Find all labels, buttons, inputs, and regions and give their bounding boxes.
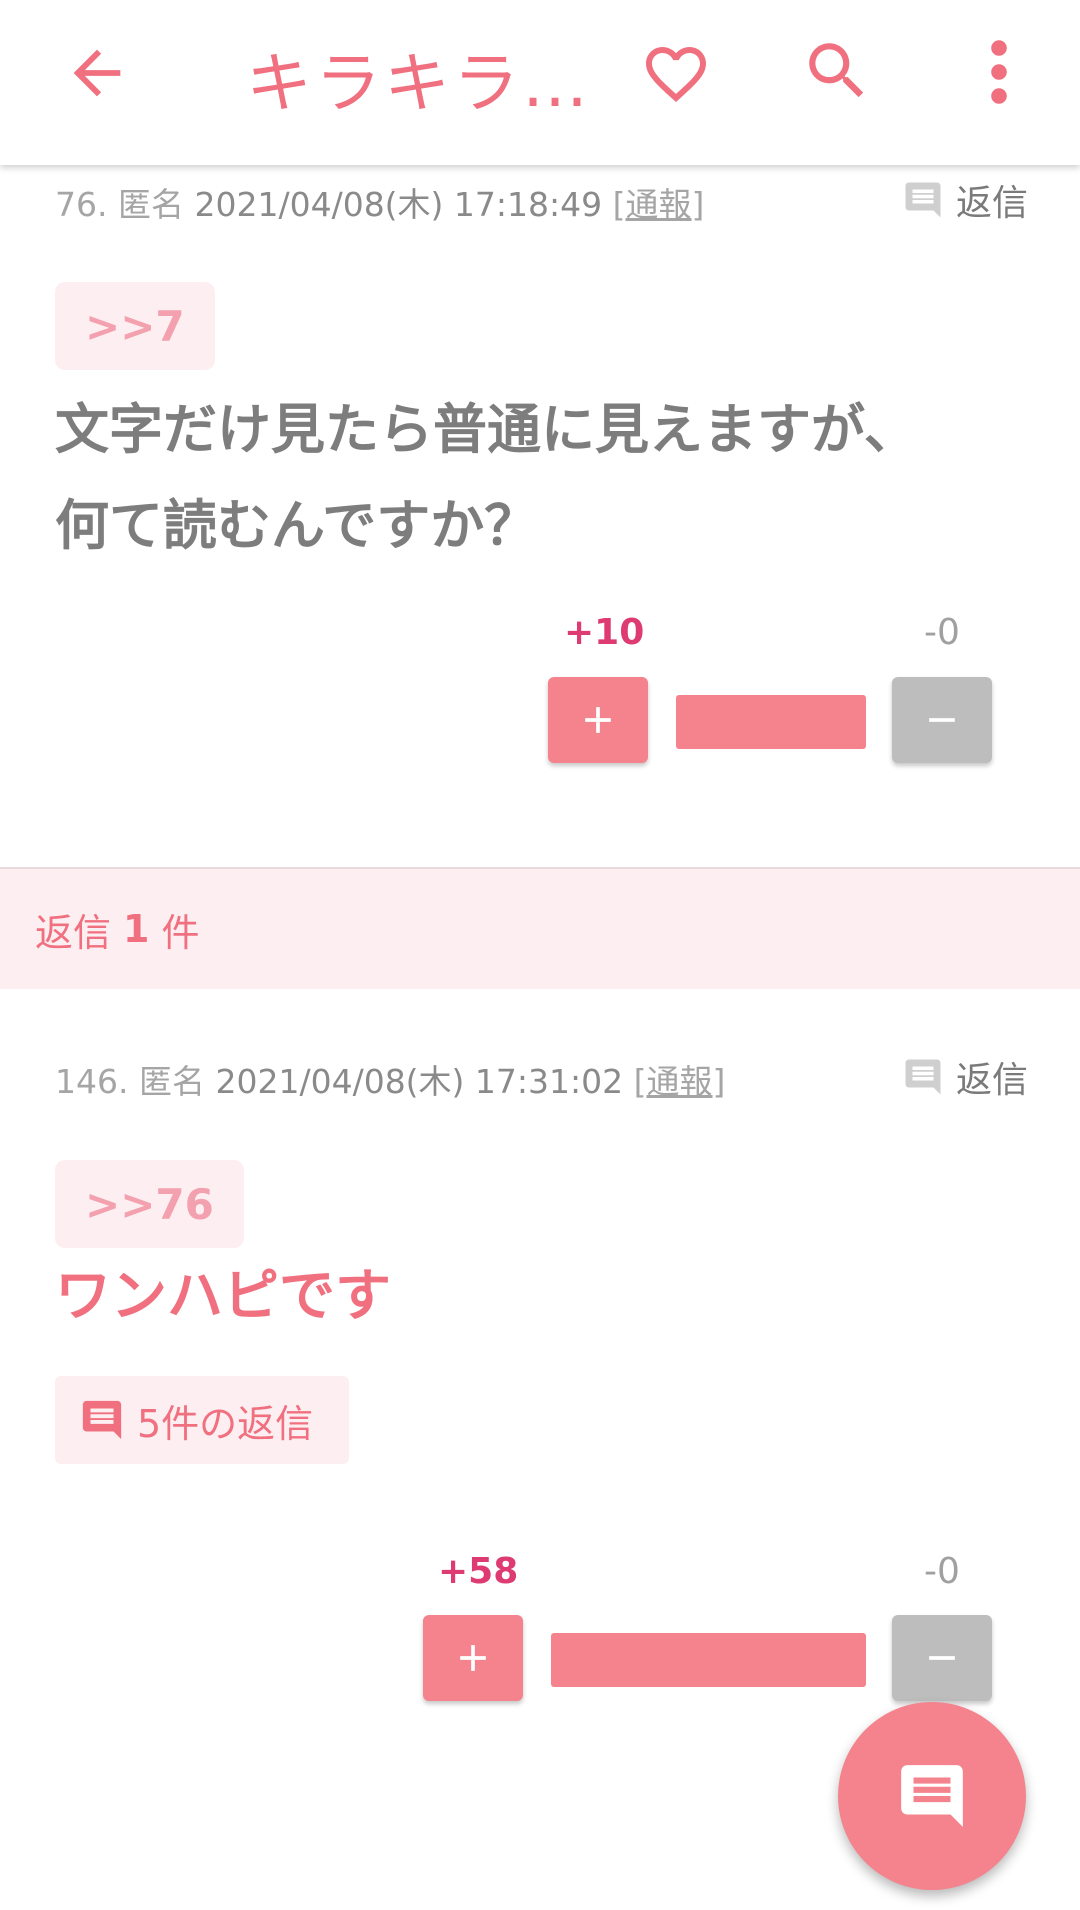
vote-ratio-bar — [676, 695, 866, 749]
post-body-line: 文字だけ見たら普通に見えますが、 — [55, 398, 918, 461]
comment-icon — [82, 1400, 122, 1440]
post-number: 76. — [55, 185, 108, 224]
reply-count-band[interactable]: 返信 1 件 — [0, 867, 1080, 989]
post-body: ワンハピです — [55, 1252, 1015, 1342]
minus-icon — [929, 718, 955, 722]
more-vert-icon[interactable] — [978, 36, 1020, 108]
comment-icon — [905, 182, 941, 218]
plus-vote-button[interactable] — [548, 677, 648, 763]
report-link[interactable]: 通報 — [626, 185, 692, 224]
page-title: キラキラ… — [246, 45, 591, 122]
reply-count: 1 — [123, 907, 150, 951]
minus-count: -0 — [924, 1551, 960, 1592]
post-datetime: 2021/04/08(木) 17:31:02 — [215, 1062, 624, 1101]
reply-count-prefix: 返信 — [35, 910, 112, 955]
plus-icon — [460, 1645, 486, 1671]
minus-vote-button[interactable] — [892, 677, 992, 763]
post-datetime: 2021/04/08(木) 17:18:49 — [194, 185, 603, 224]
plus-count: +10 — [564, 612, 645, 653]
post-number: 146. — [55, 1062, 129, 1101]
post-body-line: ワンハピです — [55, 1264, 391, 1329]
report-link[interactable]: 通報 — [647, 1062, 713, 1101]
heart-outline-icon[interactable] — [640, 38, 712, 110]
plus-icon — [585, 707, 611, 733]
search-icon[interactable] — [800, 34, 874, 108]
post-comment-fab[interactable] — [838, 1702, 1026, 1890]
vote-ratio-bar — [551, 1633, 866, 1687]
anchor-link[interactable]: >>76 — [55, 1160, 244, 1248]
comment-icon — [905, 1059, 941, 1095]
minus-vote-button[interactable] — [892, 1615, 992, 1701]
comment-icon — [901, 1765, 963, 1827]
reply-label: 返信 — [955, 183, 1028, 224]
post-author: 匿名 — [138, 1062, 205, 1101]
plus-ratio-fill — [676, 695, 866, 749]
plus-vote-button[interactable] — [423, 1615, 523, 1701]
minus-icon — [929, 1656, 955, 1660]
arrow-back-icon[interactable] — [62, 38, 132, 108]
view-replies-button[interactable]: 5件の返信 — [55, 1376, 349, 1464]
anchor-link[interactable]: >>7 — [55, 282, 215, 370]
minus-count: -0 — [924, 612, 960, 653]
reply-count-suffix: 件 — [161, 910, 200, 955]
reply-button[interactable]: 返信 — [902, 1051, 1028, 1103]
post-meta: 146. 匿名 2021/04/08(木) 17:31:02 [通報] — [55, 1062, 726, 1101]
post-body-line: 何て読むんですか？ — [55, 494, 539, 557]
post-meta: 76. 匿名 2021/04/08(木) 17:18:49 [通報] — [55, 185, 705, 224]
app-bar: キラキラ… — [0, 0, 1080, 165]
post-body: 文字だけ見たら普通に見えますが、 何て読むんですか？ — [55, 382, 1015, 574]
view-replies-label: 5件の返信 — [137, 1401, 314, 1446]
reply-label: 返信 — [955, 1060, 1028, 1101]
plus-count: +58 — [438, 1551, 519, 1592]
post-author: 匿名 — [117, 185, 184, 224]
reply-button[interactable]: 返信 — [902, 174, 1028, 226]
plus-ratio-fill — [551, 1633, 866, 1687]
